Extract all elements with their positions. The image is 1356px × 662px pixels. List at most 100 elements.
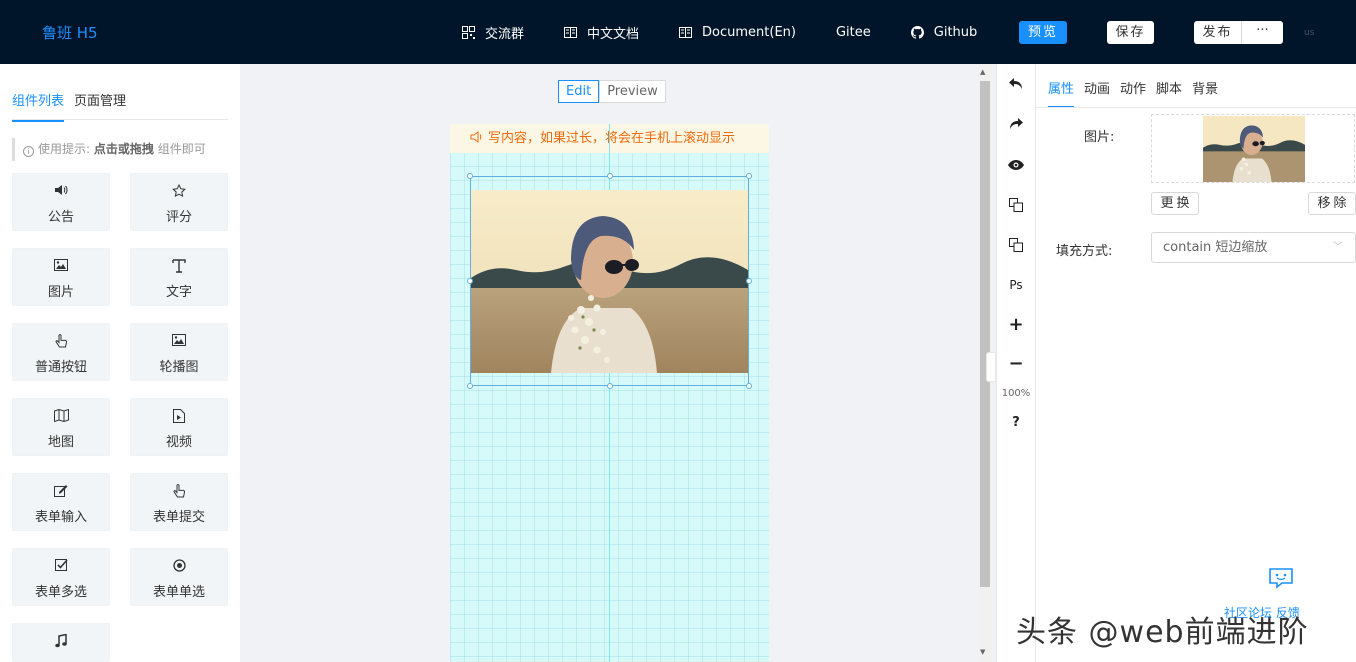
info-icon: i: [23, 146, 34, 157]
feedback-button[interactable]: [1268, 567, 1294, 593]
pointer-icon: [55, 334, 68, 348]
publish-more-button[interactable]: ···: [1242, 21, 1283, 44]
app-logo[interactable]: 鲁班 H5: [42, 22, 98, 43]
component-text[interactable]: 文字: [130, 248, 228, 306]
zoom-out-button[interactable]: −: [997, 353, 1035, 374]
component-map[interactable]: 地图: [12, 398, 110, 456]
zoom-in-button[interactable]: +: [997, 316, 1035, 334]
notice-text: 写内容，如果过长，将会在手机上滚动显示: [488, 131, 736, 146]
selected-picture-element[interactable]: [467, 173, 752, 389]
nav-label: Document(En): [702, 24, 796, 40]
usage-hint: i 使用提示: 点击或拖拽 组件即可: [12, 138, 206, 161]
component-label: 表单输入: [34, 510, 87, 525]
resize-handle[interactable]: [746, 383, 752, 389]
chat-feedback-icon: [1269, 568, 1293, 589]
resize-handle[interactable]: [746, 173, 752, 179]
replace-image-button[interactable]: 更换: [1151, 192, 1199, 215]
minus-icon: −: [1008, 353, 1024, 374]
editor-canvas-area: Edit Preview 写内容，如果过长，将会在手机上滚动显示: [240, 64, 996, 662]
resize-handle[interactable]: [467, 173, 473, 179]
component-music[interactable]: [12, 623, 110, 662]
remove-image-button[interactable]: 移除: [1308, 192, 1356, 215]
tabs-divider: [1036, 107, 1356, 108]
component-video[interactable]: 视频: [130, 398, 228, 456]
scroll-down-arrow-icon[interactable]: ▼: [980, 648, 985, 656]
panel-collapse-handle[interactable]: [986, 352, 996, 382]
redo-button[interactable]: [997, 117, 1035, 135]
picture-icon: [54, 259, 68, 271]
image-upload-box[interactable]: [1151, 114, 1355, 183]
resize-handle[interactable]: [467, 383, 473, 389]
watermark-text: 头条 @web前端进阶: [1016, 615, 1309, 650]
help-button[interactable]: ?: [997, 415, 1035, 430]
component-button[interactable]: 普通按钮: [12, 323, 110, 381]
publish-button-group: 发布 ···: [1194, 21, 1283, 44]
book-icon: [679, 26, 693, 38]
component-label: 普通按钮: [34, 360, 87, 375]
component-carousel[interactable]: 轮播图: [130, 323, 228, 381]
github-icon: [910, 25, 924, 39]
nav-en-docs[interactable]: Document(En): [679, 25, 796, 40]
nav-label: Github: [933, 24, 978, 40]
image-field-label: 图片:: [1084, 130, 1115, 145]
preview-button[interactable]: 预览: [1019, 21, 1067, 44]
chevron-down-icon: ﹀: [1333, 242, 1343, 253]
component-label: 轮播图: [159, 360, 199, 375]
component-form-input[interactable]: 表单输入: [12, 473, 110, 531]
nav-group-chat[interactable]: 交流群: [462, 23, 524, 42]
book-icon: [564, 26, 578, 38]
map-icon: [53, 408, 69, 423]
speaker-icon: [470, 131, 482, 143]
tab-attributes[interactable]: 属性: [1048, 78, 1075, 108]
resize-handle[interactable]: [607, 383, 613, 389]
tab-page-manage[interactable]: 页面管理: [74, 90, 126, 122]
tab-animation[interactable]: 动画: [1084, 78, 1110, 108]
nav-github[interactable]: Github: [910, 24, 978, 40]
eye-icon: [1008, 160, 1024, 170]
nav-label: Gitee: [835, 24, 871, 40]
edit-icon: [54, 485, 68, 497]
paste-button[interactable]: [997, 238, 1035, 256]
publish-button[interactable]: 发布: [1194, 21, 1242, 44]
component-picture[interactable]: 图片: [12, 248, 110, 306]
speaker-icon: [55, 185, 68, 195]
image-thumbnail: [1203, 116, 1305, 182]
preview-mode-button[interactable]: Preview: [599, 80, 666, 103]
component-form-checkbox[interactable]: 表单多选: [12, 548, 110, 606]
radio-icon: [172, 559, 186, 572]
ps-button[interactable]: Ps: [997, 278, 1035, 292]
resize-handle[interactable]: [746, 278, 752, 284]
nav-cn-docs[interactable]: 中文文档: [564, 23, 639, 42]
resize-handle[interactable]: [467, 278, 473, 284]
copy-button[interactable]: [997, 198, 1035, 216]
redo-icon: [1010, 118, 1023, 129]
component-form-submit[interactable]: 表单提交: [130, 473, 228, 531]
tab-script[interactable]: 脚本: [1156, 78, 1182, 108]
resize-handle[interactable]: [607, 173, 613, 179]
scroll-up-arrow-icon[interactable]: ▲: [980, 68, 985, 76]
hint-suffix: 组件即可: [157, 142, 206, 156]
fill-mode-select[interactable]: contain 短边缩放 ﹀: [1151, 232, 1356, 263]
undo-button[interactable]: [997, 77, 1035, 95]
tab-component-list[interactable]: 组件列表: [12, 90, 65, 122]
checkbox-icon: [54, 559, 68, 571]
phone-canvas[interactable]: 写内容，如果过长，将会在手机上滚动显示: [450, 124, 769, 662]
zoom-level: 100%: [1001, 388, 1031, 399]
component-label: 评分: [165, 210, 192, 225]
tab-background[interactable]: 背景: [1192, 78, 1218, 108]
component-notice[interactable]: 公告: [12, 173, 110, 231]
component-form-radio[interactable]: 表单单选: [130, 548, 228, 606]
edit-mode-button[interactable]: Edit: [558, 80, 600, 103]
mode-switch: Edit Preview: [558, 80, 666, 103]
tab-action[interactable]: 动作: [1120, 78, 1146, 108]
save-button[interactable]: 保存: [1107, 21, 1154, 44]
left-tabs: 组件列表 页面管理: [12, 90, 136, 122]
component-panel: 组件列表 页面管理 i 使用提示: 点击或拖拽 组件即可 公告 评分 图片 文字 …: [0, 64, 240, 662]
scrollbar-thumb[interactable]: [980, 81, 990, 587]
preview-eye-button[interactable]: [997, 159, 1035, 174]
property-tabs: 属性 动画 动作 脚本 背景: [1048, 78, 1228, 108]
nav-gitee[interactable]: Gitee: [836, 25, 871, 40]
tabs-divider: [12, 119, 228, 120]
header-tail-text: us: [1304, 28, 1315, 38]
component-rate[interactable]: 评分: [130, 173, 228, 231]
